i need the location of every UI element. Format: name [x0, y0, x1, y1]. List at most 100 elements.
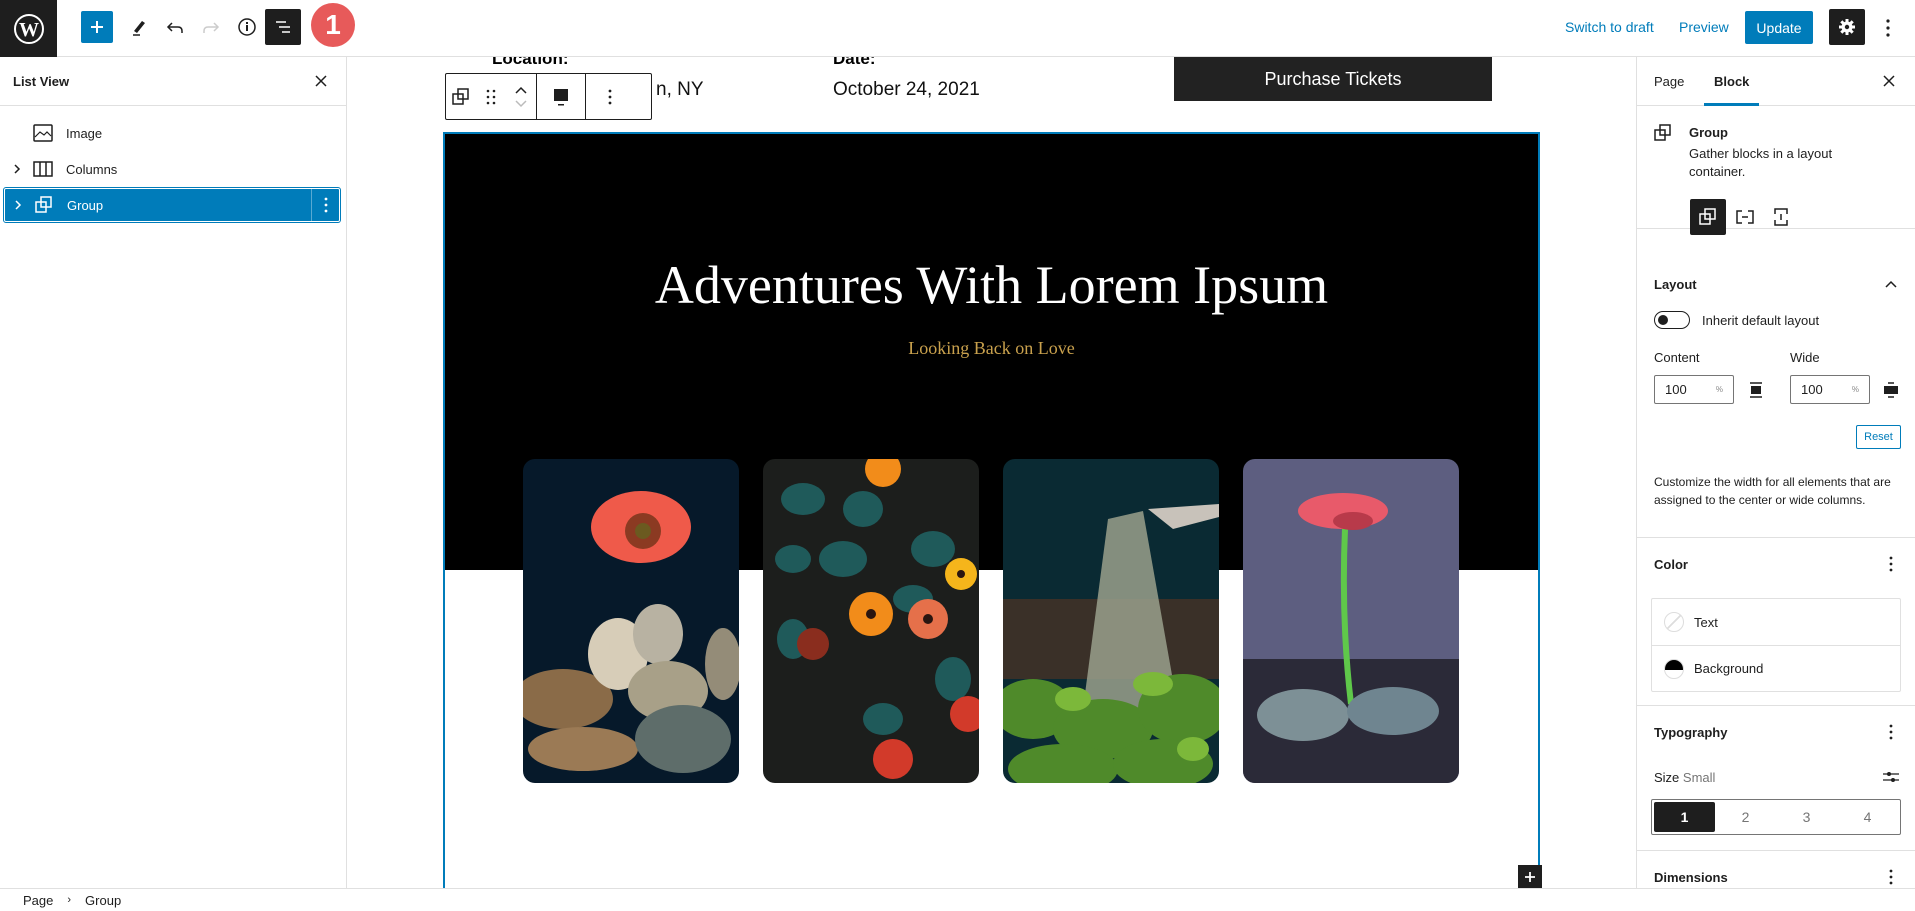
close-list-view-button[interactable] — [309, 69, 333, 93]
details-button[interactable] — [231, 11, 263, 43]
variation-group-button[interactable] — [1690, 199, 1726, 235]
list-item-columns[interactable]: Columns — [4, 152, 340, 186]
options-menu-button[interactable] — [1878, 14, 1898, 42]
wide-width-value: 100 — [1801, 382, 1823, 397]
preview-button[interactable]: Preview — [1679, 19, 1729, 35]
font-size-option-2[interactable]: 2 — [1715, 802, 1776, 832]
text-color-button[interactable]: Text — [1652, 599, 1900, 645]
row-icon — [1736, 210, 1754, 224]
group-subheading[interactable]: Looking Back on Love — [445, 338, 1538, 359]
align-button[interactable] — [537, 74, 585, 119]
update-button[interactable]: Update — [1745, 11, 1813, 44]
group-block[interactable]: Adventures With Lorem Ipsum Looking Back… — [443, 132, 1540, 888]
background-color-button[interactable]: Background — [1652, 645, 1900, 691]
block-card: Group Gather blocks in a layout containe… — [1637, 106, 1915, 235]
add-block-button[interactable] — [81, 11, 113, 43]
photo-gerbera-on-stones[interactable] — [523, 459, 739, 783]
block-toolbar — [445, 73, 652, 120]
breadcrumb-group[interactable]: Group — [85, 893, 121, 908]
stack-icon — [1774, 208, 1788, 226]
tools-button[interactable] — [123, 11, 155, 43]
layout-help-text: Customize the width for all elements tha… — [1654, 475, 1891, 507]
purchase-tickets-button[interactable]: Purchase Tickets — [1174, 57, 1492, 101]
chevron-right-icon: › — [67, 894, 72, 906]
block-type-button[interactable] — [446, 74, 476, 119]
photo-orange-flowers-foliage[interactable] — [763, 459, 979, 783]
list-item-label: Columns — [66, 161, 118, 177]
tab-block[interactable]: Block — [1703, 57, 1760, 106]
block-description: Gather blocks in a layout container. — [1689, 146, 1833, 179]
more-vertical-icon — [1886, 19, 1890, 37]
chevron-up-down-icon — [515, 86, 527, 107]
custom-size-button[interactable] — [1881, 766, 1901, 788]
dimensions-options-button[interactable] — [1881, 865, 1901, 888]
background-color-label: Background — [1694, 661, 1764, 676]
reset-layout-button[interactable]: Reset — [1856, 425, 1901, 449]
redo-icon — [203, 22, 220, 33]
collapse-layout-button[interactable] — [1881, 272, 1901, 296]
content-width-input[interactable]: 100 % — [1654, 375, 1734, 404]
expand-chevron-icon[interactable] — [5, 200, 25, 210]
wordpress-logo-button[interactable]: W — [0, 0, 57, 57]
move-up-down-button[interactable] — [506, 74, 536, 119]
dimensions-panel-title: Dimensions — [1654, 870, 1728, 885]
close-sidebar-button[interactable] — [1877, 69, 1901, 93]
font-size-option-1[interactable]: 1 — [1654, 802, 1715, 832]
color-options-button[interactable] — [1881, 552, 1901, 576]
block-name: Group — [1689, 125, 1728, 140]
list-item-image[interactable]: Image — [4, 116, 340, 150]
empty-swatch-icon — [1664, 612, 1684, 632]
photo-pink-gerbera-on-pebbles[interactable] — [1243, 459, 1459, 783]
undo-button[interactable] — [159, 11, 191, 43]
wide-width-input[interactable]: 100 % — [1790, 375, 1870, 404]
inherit-layout-toggle[interactable] — [1654, 311, 1690, 329]
list-view-header: List View — [0, 57, 346, 106]
list-item-options-button[interactable] — [311, 189, 339, 221]
list-item-group[interactable]: Group — [3, 187, 341, 223]
font-size-option-3[interactable]: 3 — [1776, 802, 1837, 832]
inherit-layout-label: Inherit default layout — [1702, 313, 1820, 328]
redo-button[interactable] — [195, 11, 227, 43]
more-vertical-icon — [1889, 724, 1893, 740]
block-breadcrumb: Page › Group — [0, 888, 1915, 911]
list-view-icon — [276, 21, 290, 33]
expand-chevron-icon[interactable] — [4, 164, 24, 174]
pencil-icon — [133, 21, 145, 36]
plus-icon — [1525, 872, 1535, 882]
color-settings-box: Text Background — [1651, 598, 1901, 692]
font-size-picker: 1 2 3 4 — [1651, 799, 1901, 835]
image-icon — [30, 124, 56, 142]
switch-to-draft-button[interactable]: Switch to draft — [1565, 19, 1654, 35]
location-label: Location: — [492, 57, 569, 68]
font-size-option-4[interactable]: 4 — [1837, 802, 1898, 832]
block-options-button[interactable] — [586, 74, 634, 119]
inserter-add-block-button[interactable] — [1518, 865, 1542, 889]
group-heading[interactable]: Adventures With Lorem Ipsum — [445, 254, 1538, 316]
date-value: October 24, 2021 — [833, 79, 980, 100]
variation-stack-button[interactable] — [1764, 199, 1798, 235]
annotation-badge-1: 1 — [311, 3, 355, 47]
color-panel-title: Color — [1654, 557, 1688, 572]
drag-handle[interactable] — [476, 74, 506, 119]
settings-button[interactable] — [1829, 9, 1865, 45]
typography-options-button[interactable] — [1881, 720, 1901, 744]
list-view-title: List View — [13, 73, 70, 89]
tab-page[interactable]: Page — [1654, 57, 1684, 106]
more-vertical-icon — [1889, 556, 1893, 572]
size-value: Small — [1682, 770, 1716, 785]
color-panel: Color Text Background — [1637, 538, 1915, 706]
more-vertical-icon — [608, 89, 612, 104]
layout-panel-title[interactable]: Layout — [1654, 277, 1697, 292]
dimensions-panel: Dimensions — [1637, 851, 1915, 888]
text-color-label: Text — [1694, 614, 1718, 630]
align-full-icon — [554, 88, 568, 105]
typography-panel-title: Typography — [1654, 725, 1728, 740]
content-width-value: 100 — [1665, 382, 1687, 397]
list-view-toggle-button[interactable] — [265, 9, 301, 45]
wide-width-label: Wide — [1790, 350, 1820, 365]
background-swatch-icon — [1664, 658, 1684, 679]
variation-row-button[interactable] — [1728, 199, 1762, 235]
gear-icon — [1839, 19, 1855, 35]
photo-watering-plants[interactable] — [1003, 459, 1219, 783]
breadcrumb-page[interactable]: Page — [23, 893, 53, 908]
